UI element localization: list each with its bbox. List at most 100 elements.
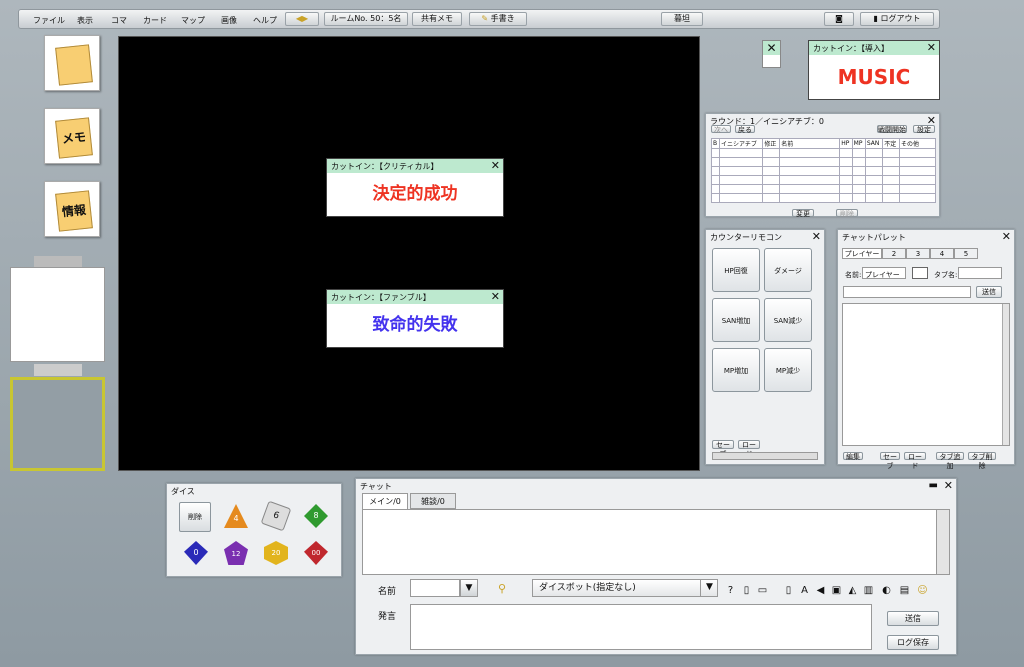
- log-save-button[interactable]: ログ保存: [887, 635, 939, 650]
- close-icon[interactable]: ✕: [1002, 230, 1011, 243]
- palette-tab-4[interactable]: 4: [930, 248, 954, 259]
- close-icon[interactable]: ✕: [927, 41, 936, 54]
- undo-redo-button[interactable]: ◀▶: [285, 12, 319, 26]
- speaker-icon[interactable]: ◀: [814, 584, 827, 597]
- menu-file[interactable]: ファイル: [33, 15, 65, 26]
- edit-button[interactable]: 編集: [843, 452, 863, 461]
- san-increase-button[interactable]: SAN増加: [712, 298, 760, 342]
- d8-icon[interactable]: 8: [304, 504, 328, 528]
- smiley-icon[interactable]: ☺: [916, 584, 929, 597]
- palette-tab-2[interactable]: 2: [882, 248, 906, 259]
- back-button[interactable]: 戻る: [735, 125, 755, 134]
- close-icon[interactable]: ✕: [944, 479, 953, 492]
- hp-recover-button[interactable]: HP回復: [712, 248, 760, 292]
- menu-piece[interactable]: コマ: [111, 15, 127, 26]
- load-button[interactable]: ロード: [904, 452, 926, 470]
- palette-send-button[interactable]: 送信: [976, 286, 1002, 298]
- name-input[interactable]: プレイヤー: [862, 267, 906, 279]
- menu-image[interactable]: 画像: [221, 15, 237, 26]
- chat-log[interactable]: [362, 509, 950, 575]
- close-icon[interactable]: ✕: [491, 159, 500, 172]
- close-icon[interactable]: ✕: [491, 290, 500, 303]
- map-area[interactable]: [118, 36, 700, 471]
- table-row[interactable]: [711, 175, 936, 185]
- d6-icon[interactable]: 6: [260, 500, 292, 532]
- key-icon[interactable]: ⚲: [498, 582, 506, 595]
- save-button[interactable]: セーブ: [880, 452, 900, 470]
- settings-button[interactable]: 設定: [913, 125, 935, 134]
- font-icon[interactable]: A: [798, 584, 811, 597]
- message-input[interactable]: [410, 604, 872, 650]
- palette-tab-player[interactable]: プレイヤー: [842, 248, 882, 259]
- palette-tab-3[interactable]: 3: [906, 248, 930, 259]
- close-icon[interactable]: ✕: [763, 41, 780, 55]
- table-row[interactable]: [711, 193, 936, 203]
- d12-icon[interactable]: 12: [224, 541, 248, 565]
- d20-icon[interactable]: 20: [264, 541, 288, 565]
- close-icon[interactable]: ✕: [812, 230, 821, 243]
- logout-button[interactable]: ▮ ログアウト: [860, 12, 934, 26]
- table-row[interactable]: [711, 184, 936, 194]
- damage-button[interactable]: ダメージ: [764, 248, 812, 292]
- table-row[interactable]: [711, 148, 936, 158]
- delete-button[interactable]: 削除: [836, 209, 858, 218]
- col-name: 名前: [779, 138, 841, 149]
- color-picker[interactable]: [912, 267, 928, 279]
- chat-name-input[interactable]: [410, 579, 460, 597]
- menu-card[interactable]: カード: [143, 15, 167, 26]
- cutin-text: 決定的成功: [372, 184, 458, 204]
- bell-icon[interactable]: ◭: [846, 584, 859, 597]
- load-button[interactable]: ロード: [738, 440, 760, 458]
- tab-add-button[interactable]: タブ追加: [936, 452, 964, 470]
- shared-memo-button[interactable]: 共有メモ: [412, 12, 462, 26]
- dicebot-select[interactable]: ダイスボット(指定なし): [532, 579, 718, 597]
- tab-name-input[interactable]: [958, 267, 1002, 279]
- info-button[interactable]: 情報: [44, 181, 100, 237]
- memo-button[interactable]: メモ: [44, 108, 100, 164]
- save-button[interactable]: セーブ: [712, 440, 734, 458]
- vertical-scrollbar[interactable]: [1002, 304, 1009, 445]
- table-row[interactable]: [711, 166, 936, 176]
- next-button[interactable]: 次へ: [711, 125, 731, 134]
- menu-view[interactable]: 表示: [77, 15, 93, 26]
- lock-icon[interactable]: ▣: [830, 584, 843, 597]
- document-icon[interactable]: ▯: [740, 584, 753, 597]
- handwrite-button[interactable]: ✎ 手書き: [469, 12, 527, 26]
- change-button[interactable]: 変更: [792, 209, 814, 218]
- menu-help[interactable]: ヘルプ: [253, 15, 277, 26]
- d100-icon[interactable]: 00: [304, 541, 328, 565]
- cutin-icon[interactable]: ◐: [880, 584, 893, 597]
- note-card-button[interactable]: [44, 35, 100, 91]
- palette-tab-5[interactable]: 5: [954, 248, 978, 259]
- card-slot-empty[interactable]: [10, 377, 105, 471]
- d4-icon[interactable]: 4: [224, 504, 248, 528]
- room-info-button[interactable]: ルームNo. 50：5名: [324, 12, 408, 26]
- menu-map[interactable]: マップ: [181, 15, 205, 26]
- horizontal-scrollbar[interactable]: [712, 452, 818, 460]
- vertical-scrollbar[interactable]: [936, 510, 949, 574]
- film-icon[interactable]: ▥: [862, 584, 875, 597]
- table-row[interactable]: [711, 157, 936, 167]
- card-slot-white[interactable]: [10, 267, 105, 362]
- file-icon[interactable]: ▯: [782, 584, 795, 597]
- help-icon[interactable]: ?: [724, 584, 737, 597]
- chat-tab-main[interactable]: メイン/0: [362, 493, 408, 509]
- battle-start-button[interactable]: 戦闘開始: [877, 125, 907, 134]
- chevron-down-icon[interactable]: ▼: [460, 579, 478, 597]
- note-icon[interactable]: ▤: [898, 584, 911, 597]
- tab-delete-button[interactable]: タブ削除: [968, 452, 996, 470]
- monitor-icon[interactable]: ▭: [756, 584, 769, 597]
- dice-delete-button[interactable]: 削除: [179, 502, 211, 532]
- palette-list[interactable]: [842, 303, 1010, 446]
- camera-button[interactable]: ◙: [824, 12, 854, 26]
- d10-icon[interactable]: 0: [184, 541, 208, 565]
- chat-tab-chat[interactable]: 雑談/0: [410, 493, 456, 509]
- san-decrease-button[interactable]: SAN減少: [764, 298, 812, 342]
- mp-decrease-button[interactable]: MP減少: [764, 348, 812, 392]
- palette-input[interactable]: [843, 286, 971, 298]
- send-button[interactable]: 送信: [887, 611, 939, 626]
- chevron-down-icon[interactable]: ▼: [700, 579, 718, 597]
- curtain-button[interactable]: 暮坦: [661, 12, 703, 26]
- mp-increase-button[interactable]: MP増加: [712, 348, 760, 392]
- minimize-icon[interactable]: ▬: [929, 480, 938, 491]
